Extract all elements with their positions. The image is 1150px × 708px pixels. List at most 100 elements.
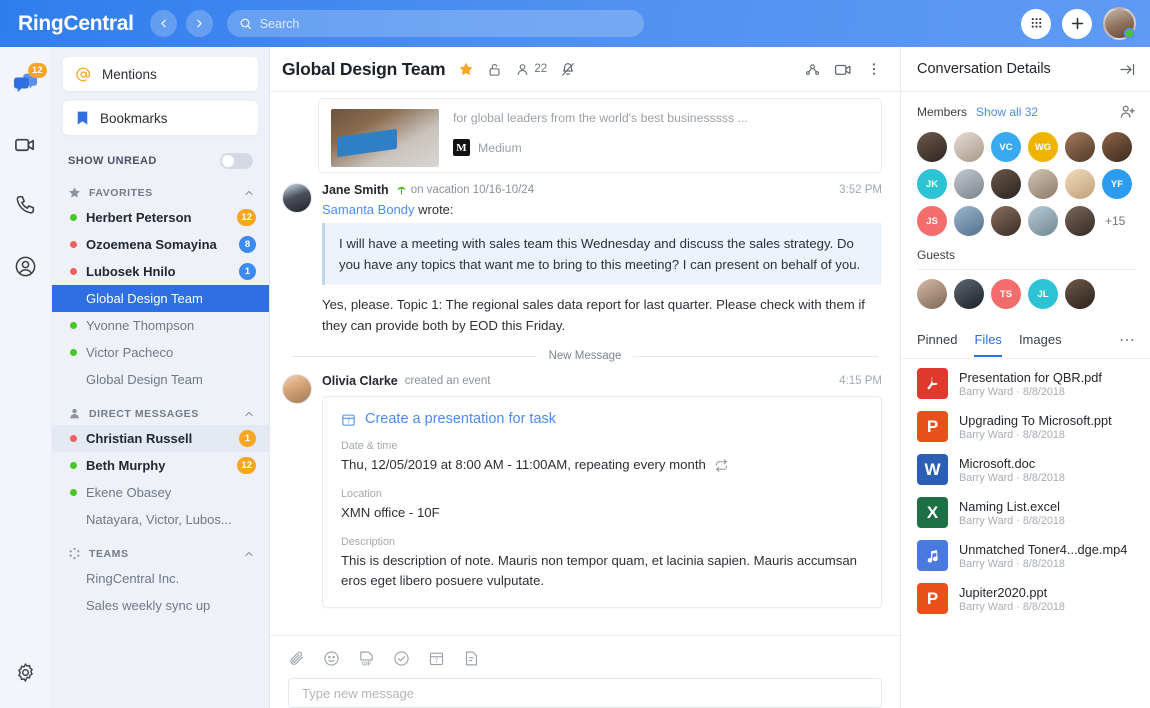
- create-event-button[interactable]: 7: [428, 650, 445, 667]
- sidebar-section-direct-messages[interactable]: DIRECT MESSAGES: [52, 393, 269, 425]
- avatar[interactable]: [954, 206, 984, 236]
- chevron-up-icon[interactable]: [243, 548, 255, 560]
- share-button[interactable]: [804, 61, 821, 78]
- rail-item-messages[interactable]: 12: [6, 63, 46, 103]
- avatar[interactable]: [1065, 279, 1095, 309]
- more-horizontal-icon[interactable]: ⋯: [1119, 330, 1136, 358]
- sidebar-item-lubosek-hnilo[interactable]: Lubosek Hnilo 1: [52, 258, 269, 285]
- details-tabs: Pinned Files Images ⋯: [901, 319, 1150, 359]
- file-row[interactable]: Presentation for QBR.pdf Barry Ward · 8/…: [901, 362, 1150, 405]
- avatar[interactable]: [1103, 7, 1136, 40]
- sidebar-item-victor-pacheco[interactable]: Victor Pacheco: [52, 339, 269, 366]
- file-row[interactable]: P Upgrading To Microsoft.ppt Barry Ward …: [901, 405, 1150, 448]
- rail-item-video[interactable]: [6, 124, 46, 164]
- avatar-initials[interactable]: JK: [917, 169, 947, 199]
- rail-item-contacts[interactable]: [6, 246, 46, 286]
- avatar-initials[interactable]: JL: [1028, 279, 1058, 309]
- file-row[interactable]: P Jupiter2020.ppt Barry Ward · 8/8/2018: [901, 577, 1150, 620]
- rail-item-phone[interactable]: [6, 185, 46, 225]
- sidebar-item-label: Natayara, Victor, Lubos...: [86, 512, 232, 527]
- favorite-button[interactable]: [458, 61, 474, 77]
- sidebar-item-bookmarks[interactable]: Bookmarks: [63, 101, 258, 135]
- avatar[interactable]: [917, 132, 947, 162]
- sidebar-section-favorites[interactable]: FAVORITES: [52, 177, 269, 204]
- app-brand: RingCentral: [18, 12, 134, 36]
- sidebar-item-ringcentral-inc[interactable]: RingCentral Inc.: [52, 565, 269, 592]
- create-task-button[interactable]: [393, 650, 410, 667]
- show-all-members-link[interactable]: Show all 32: [976, 105, 1038, 119]
- avatar[interactable]: [1065, 206, 1095, 236]
- add-button[interactable]: [1062, 9, 1092, 39]
- avatar[interactable]: [954, 132, 984, 162]
- sidebar-item-label: Sales weekly sync up: [86, 598, 210, 613]
- tab-pinned[interactable]: Pinned: [917, 332, 957, 357]
- sidebar-item-yvonne-thompson[interactable]: Yvonne Thompson: [52, 312, 269, 339]
- avatar-initials[interactable]: WG: [1028, 132, 1058, 162]
- presence-dot: [70, 462, 77, 469]
- event-title-row[interactable]: 7 Create a presentation for task: [341, 411, 863, 427]
- avatar[interactable]: [991, 169, 1021, 199]
- privacy-button[interactable]: [487, 62, 502, 77]
- show-unread-toggle[interactable]: [220, 153, 253, 169]
- sidebar-item-ekene-obasey[interactable]: Ekene Obasey: [52, 479, 269, 506]
- file-row[interactable]: Unmatched Toner4...dge.mp4 Barry Ward · …: [901, 534, 1150, 577]
- dialpad-button[interactable]: [1021, 9, 1051, 39]
- emoji-smiley-icon: [323, 650, 340, 667]
- avatar[interactable]: [917, 279, 947, 309]
- sidebar-item-sales-weekly-sync-up[interactable]: Sales weekly sync up: [52, 592, 269, 619]
- mute-button[interactable]: [560, 61, 576, 77]
- members-button[interactable]: [515, 62, 530, 77]
- sidebar-item-beth-murphy[interactable]: Beth Murphy 12: [52, 452, 269, 479]
- sidebar-item-christian-russell[interactable]: Christian Russell 1: [52, 425, 269, 452]
- search-input[interactable]: Search: [227, 10, 644, 37]
- tab-images[interactable]: Images: [1019, 332, 1062, 357]
- sidebar-item-herbert-peterson[interactable]: Herbert Peterson 12: [52, 204, 269, 231]
- sidebar-section-teams[interactable]: TEAMS: [52, 533, 269, 565]
- avatar-initials[interactable]: VC: [991, 132, 1021, 162]
- chevron-up-icon[interactable]: [243, 187, 255, 199]
- avatar[interactable]: [1065, 169, 1095, 199]
- chevron-up-icon[interactable]: [243, 408, 255, 420]
- sidebar-item-ozoemena-somayina[interactable]: Ozoemena Somayina 8: [52, 231, 269, 258]
- sidebar-item-group-natayara[interactable]: Natayara, Victor, Lubos...: [52, 506, 269, 533]
- forward-button[interactable]: [186, 10, 213, 37]
- avatar[interactable]: [991, 206, 1021, 236]
- avatar[interactable]: [282, 183, 312, 213]
- avatar-initials[interactable]: TS: [991, 279, 1021, 309]
- file-meta: Upgrading To Microsoft.ppt Barry Ward · …: [959, 413, 1138, 441]
- member-overflow-count[interactable]: +15: [1105, 206, 1125, 236]
- message-input[interactable]: Type new message: [288, 678, 882, 708]
- sidebar-item-global-design-team[interactable]: Global Design Team: [52, 285, 269, 312]
- file-list[interactable]: Presentation for QBR.pdf Barry Ward · 8/…: [901, 359, 1150, 708]
- collapse-panel-button[interactable]: [1119, 61, 1136, 78]
- avatar[interactable]: [282, 374, 312, 404]
- file-row[interactable]: X Naming List.excel Barry Ward · 8/8/201…: [901, 491, 1150, 534]
- sidebar-list[interactable]: FAVORITES Herbert Peterson 12 Ozoemena S…: [52, 177, 269, 708]
- attach-file-button[interactable]: [288, 650, 305, 667]
- file-row[interactable]: W Microsoft.doc Barry Ward · 8/8/2018: [901, 448, 1150, 491]
- avatar[interactable]: [954, 279, 984, 309]
- emoji-button[interactable]: [323, 650, 340, 667]
- avatar[interactable]: [1028, 169, 1058, 199]
- sidebar-item-mentions[interactable]: Mentions: [63, 57, 258, 91]
- event-card[interactable]: 7 Create a presentation for task Date & …: [322, 396, 882, 608]
- avatar-initials[interactable]: JS: [917, 206, 947, 236]
- add-member-button[interactable]: [1119, 103, 1136, 120]
- avatar[interactable]: [1102, 132, 1132, 162]
- start-video-button[interactable]: [834, 60, 853, 79]
- sidebar-item-global-design-team-2[interactable]: Global Design Team: [52, 366, 269, 393]
- avatar[interactable]: [1028, 206, 1058, 236]
- rail-item-settings[interactable]: [6, 652, 46, 692]
- back-button[interactable]: [150, 10, 177, 37]
- tab-files[interactable]: Files: [974, 332, 1001, 357]
- avatar[interactable]: [954, 169, 984, 199]
- quote-author[interactable]: Samanta Bondy: [322, 202, 415, 217]
- avatar[interactable]: [1065, 132, 1095, 162]
- create-note-button[interactable]: [463, 650, 480, 667]
- message-list[interactable]: for global leaders from the world's best…: [270, 92, 900, 635]
- avatar-initials[interactable]: YF: [1102, 169, 1132, 199]
- link-preview-card[interactable]: for global leaders from the world's best…: [318, 98, 882, 173]
- doc-file-icon: W: [917, 454, 948, 485]
- more-options-button[interactable]: [866, 61, 882, 77]
- gif-button[interactable]: GIF: [358, 650, 375, 667]
